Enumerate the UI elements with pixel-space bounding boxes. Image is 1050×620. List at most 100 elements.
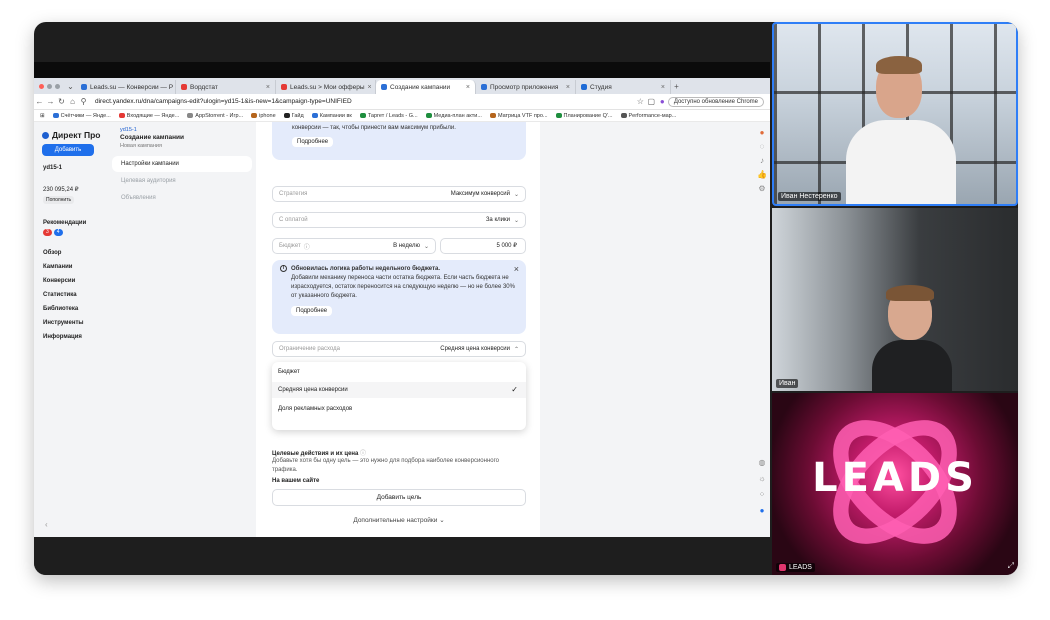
- bookmark-favicon: [555, 113, 562, 118]
- bookmarks-bar: ⊞ Счётчики — Янде... Входящие — Янде... …: [34, 110, 770, 122]
- chevron-up-icon: ⌃: [513, 346, 519, 353]
- chrome-update-button[interactable]: Доступно обновление Chrome: [667, 96, 764, 107]
- apps-grid-icon[interactable]: ⁘: [757, 490, 767, 499]
- info-count-badge[interactable]: 4: [53, 229, 63, 236]
- like-icon[interactable]: 👍: [757, 170, 767, 179]
- tab-close-icon[interactable]: ×: [466, 84, 470, 91]
- settings-icon[interactable]: ⚙: [757, 184, 767, 193]
- url-field[interactable]: direct.yandex.ru/dna/campaigns-edit?ulog…: [95, 98, 635, 105]
- tab-app-preview[interactable]: Просмотр приложения ×: [476, 80, 576, 94]
- participant-tile-leads[interactable]: LEADS LEADS ⤢: [772, 393, 1018, 575]
- help-icon[interactable]: ⓘ: [304, 242, 310, 251]
- step-campaign-settings[interactable]: Настройки кампании: [112, 156, 252, 172]
- add-goal-button[interactable]: Добавить цель: [272, 489, 526, 506]
- collapse-sidebar-icon[interactable]: ‹: [45, 520, 48, 529]
- bookmark-item[interactable]: Кампании вк: [311, 112, 352, 119]
- minimize-window-icon[interactable]: [47, 83, 52, 89]
- alert-count-badge[interactable]: 3: [43, 229, 52, 236]
- bookmark-item[interactable]: Медиа-план акти...: [425, 113, 482, 119]
- fullscreen-icon[interactable]: ⤢: [1008, 561, 1014, 571]
- steps-account[interactable]: yd15-1: [120, 127, 137, 133]
- notice-title: Обновилась логика работы недельного бюдж…: [291, 265, 441, 272]
- account-login[interactable]: yd15-1: [43, 165, 62, 171]
- step-target-audience[interactable]: Целевая аудитория: [112, 173, 252, 189]
- tab-leads-conversions[interactable]: Leads.su — Конверсии — Р×: [76, 80, 176, 94]
- site-info-icon[interactable]: ⚲: [78, 97, 89, 106]
- budget-period-select[interactable]: Бюджет ⓘ В неделю ⌄: [272, 238, 436, 254]
- maximize-window-icon[interactable]: [55, 83, 60, 89]
- tab-close-icon[interactable]: ×: [368, 84, 372, 91]
- right-tool-rail: ● ◌ ♪ 👍 ⚙ ◍ ☼ ⁘ ●: [754, 122, 770, 537]
- sidebar-item-library[interactable]: Библиотека: [43, 306, 84, 312]
- sidebar-item-statistics[interactable]: Статистика: [43, 292, 84, 298]
- bookmark-item[interactable]: iphone: [251, 113, 276, 119]
- participant-tile-speaker[interactable]: Иван Нестеренко: [772, 22, 1018, 206]
- notice-more-button[interactable]: Подробнее: [291, 306, 333, 316]
- close-window-icon[interactable]: [39, 83, 44, 89]
- bookmark-item[interactable]: Таргет / Leads - G...: [359, 112, 418, 119]
- option-avg-conversion-cost[interactable]: Средняя цена конверсии ✓: [272, 382, 526, 398]
- extensions-icon[interactable]: ▢: [646, 97, 657, 106]
- bookmark-item[interactable]: AppStorrent - Игр...: [187, 113, 243, 119]
- sidebar-nav: Обзор Кампании Конверсии Статистика Библ…: [43, 250, 84, 340]
- tab-favicon: [281, 84, 287, 90]
- tab-close-icon[interactable]: ×: [266, 84, 270, 91]
- bookmark-label: Кампании вк: [319, 112, 352, 119]
- recommendation-badges: 3 4: [43, 229, 63, 236]
- participant-tile[interactable]: Иван: [772, 208, 1018, 391]
- notification-bell-icon[interactable]: ●: [757, 128, 767, 137]
- direct-logo[interactable]: Директ Про: [42, 130, 100, 140]
- bookmark-favicon: [425, 113, 432, 118]
- globe-icon[interactable]: ◍: [757, 458, 767, 467]
- home-icon[interactable]: ⌂: [67, 97, 78, 106]
- reload-icon[interactable]: ↻: [56, 97, 67, 106]
- tab-favicon: [481, 84, 487, 90]
- step-ads[interactable]: Объявления: [112, 190, 252, 206]
- profile-avatar-icon[interactable]: ●: [657, 97, 668, 106]
- tab-close-icon[interactable]: ×: [566, 84, 570, 91]
- budget-amount-input[interactable]: 5 000 ₽: [440, 238, 526, 254]
- sidebar-item-info[interactable]: Информация: [43, 334, 84, 340]
- assistant-icon[interactable]: ●: [757, 506, 767, 515]
- bookmark-item[interactable]: Планирование Q'...: [555, 113, 613, 119]
- spend-limit-select[interactable]: Ограничение расхода Средняя цена конверс…: [272, 341, 526, 357]
- payment-select[interactable]: С оплатой За клики ⌄: [272, 212, 526, 228]
- tab-studio[interactable]: Студия ×: [576, 80, 671, 94]
- bookmark-item[interactable]: Входящие — Янде...: [118, 113, 179, 119]
- bookmark-item[interactable]: Performance-мар...: [620, 113, 676, 119]
- tab-favicon: [81, 84, 87, 90]
- sidebar-item-overview[interactable]: Обзор: [43, 250, 84, 256]
- strategy-select[interactable]: Стратегия Максимум конверсий ⌄: [272, 186, 526, 202]
- close-icon[interactable]: ×: [514, 264, 519, 274]
- option-budget[interactable]: Бюджет: [272, 364, 526, 380]
- more-info-button[interactable]: Подробнее: [292, 137, 334, 147]
- bookmark-apps-icon[interactable]: ⊞: [40, 113, 45, 119]
- bell-icon[interactable]: ♪: [757, 156, 767, 165]
- top-up-button[interactable]: Пополнить: [43, 196, 75, 204]
- sun-icon[interactable]: ☼: [757, 474, 767, 483]
- bookmark-label: Таргет / Leads - G...: [367, 112, 418, 119]
- tab-leads-offers[interactable]: Leads.su > Мои офферы ×: [276, 80, 376, 94]
- bookmark-item[interactable]: Счётчики — Янде...: [52, 113, 111, 119]
- new-tab-icon[interactable]: +: [671, 82, 682, 91]
- back-icon[interactable]: ←: [34, 97, 45, 106]
- sidebar-item-tools[interactable]: Инструменты: [43, 320, 84, 326]
- bookmark-item[interactable]: Гайд: [283, 113, 304, 119]
- forward-icon[interactable]: →: [45, 97, 56, 106]
- recommendations-link[interactable]: Рекомендации: [43, 220, 86, 226]
- tab-create-campaign[interactable]: Создание кампании ×: [376, 80, 476, 94]
- add-button[interactable]: Добавить: [42, 144, 94, 156]
- chat-icon[interactable]: ◌: [757, 142, 767, 151]
- tab-wordstat[interactable]: Вордстат ×: [176, 80, 276, 94]
- spend-limit-value: Средняя цена конверсии: [440, 346, 510, 352]
- steps-subtitle: Новая кампания: [120, 143, 162, 149]
- tab-close-icon[interactable]: ×: [661, 84, 665, 91]
- bookmark-item[interactable]: Матрица VTF про...: [489, 113, 548, 119]
- sidebar-item-conversions[interactable]: Конверсии: [43, 278, 84, 284]
- bookmark-star-icon[interactable]: ☆: [635, 97, 646, 106]
- extra-settings-toggle[interactable]: Дополнительные настройки ⌄: [272, 516, 526, 524]
- sidebar-item-campaigns[interactable]: Кампании: [43, 264, 84, 270]
- bookmark-label: iphone: [259, 112, 276, 119]
- tab-search-icon[interactable]: ⌄: [65, 82, 76, 91]
- option-ad-spend-share[interactable]: Доля рекламных расходов: [272, 401, 526, 417]
